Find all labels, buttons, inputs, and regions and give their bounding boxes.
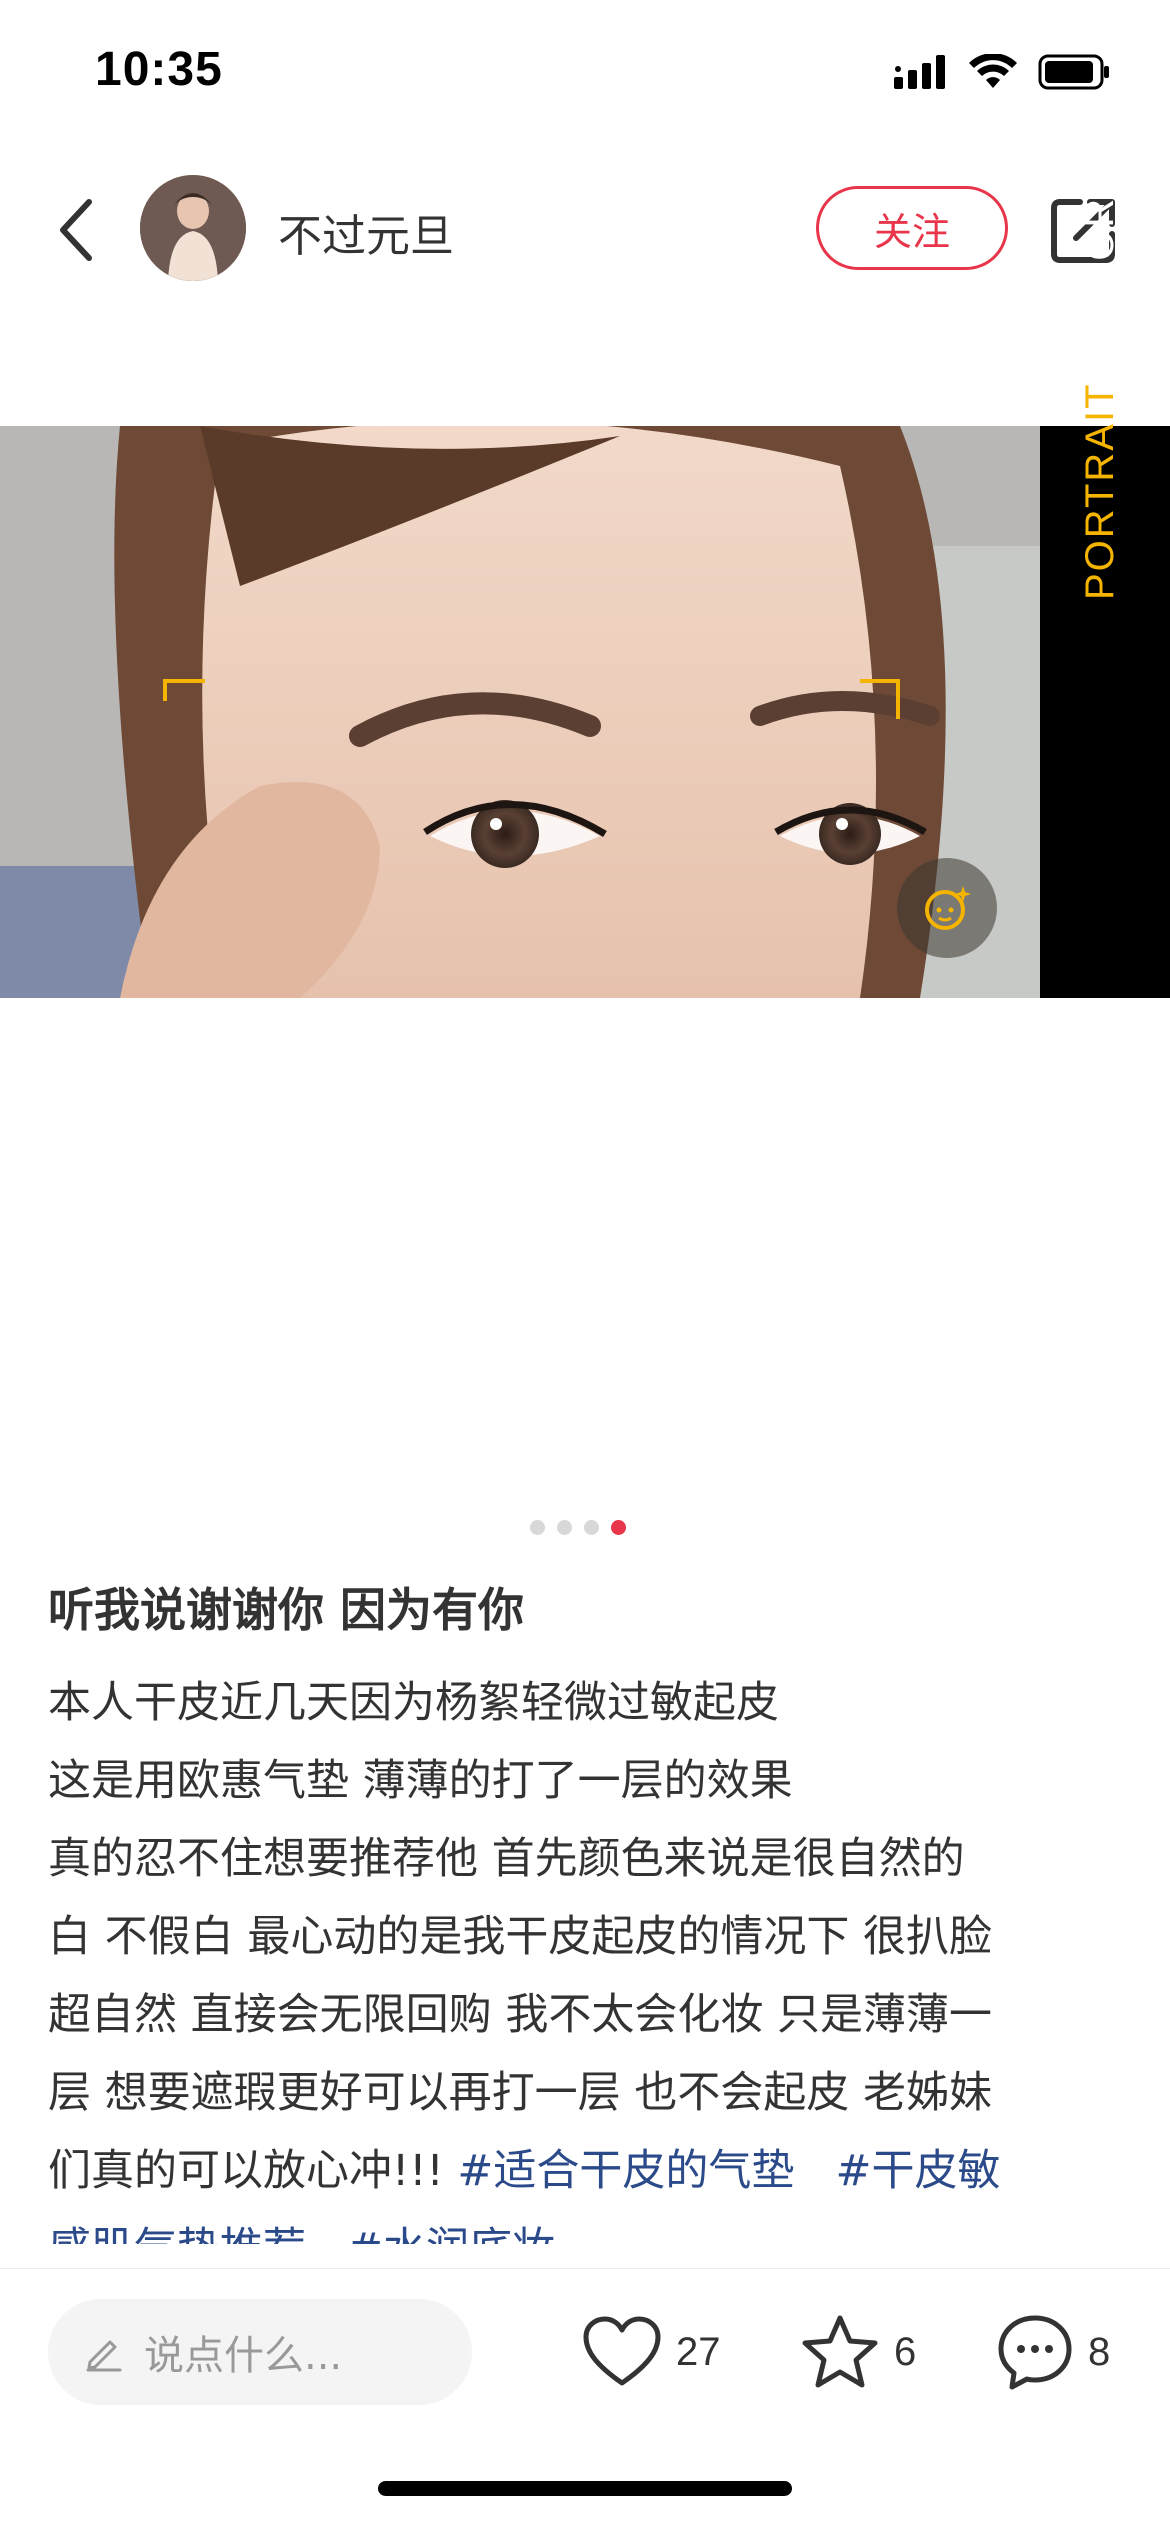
carousel-dot[interactable]	[584, 1520, 599, 1535]
body-line: 层 想要遮瑕更好可以再打一层 也不会起皮 老姊妹	[48, 2068, 993, 2118]
like-button[interactable]: 27	[582, 2309, 721, 2395]
comment-bubble-icon	[998, 2315, 1072, 2390]
carousel-dot[interactable]	[530, 1520, 545, 1535]
status-time: 10:35	[95, 43, 223, 96]
camera-mode-more: MORE	[1078, 168, 1122, 296]
status-bar: 10:35	[0, 0, 1170, 150]
tag-line: 感肌气垫推荐 #水润底妆	[48, 2210, 1138, 2244]
battery-icon	[1038, 54, 1109, 90]
post-image[interactable]	[0, 426, 1170, 998]
note-detail-page: 10:35 不过元旦 关注 MORE PORTRAIT 听我说谢谢你 因为有你 …	[0, 0, 1170, 2532]
author-name[interactable]: 不过元旦	[278, 200, 454, 264]
post-header: 不过元旦 关注	[0, 170, 1170, 290]
collect-button[interactable]: 6	[800, 2309, 916, 2395]
camera-mode-portrait: PORTRAIT	[1078, 382, 1122, 600]
body-line: 这是用欧惠气垫 薄薄的打了一层的效果	[48, 1756, 793, 1806]
beauty-face-glyph	[925, 886, 971, 930]
carousel-dot[interactable]	[557, 1520, 572, 1535]
collect-count: 6	[894, 2329, 917, 2374]
beauty-face-icon[interactable]	[897, 858, 997, 958]
body-line-with-tags: 们真的可以放心冲!!! #适合干皮的气垫 #干皮敏	[48, 2132, 1138, 2210]
pencil-icon	[86, 2340, 122, 2372]
avatar-image	[140, 175, 246, 281]
carousel-dot-active[interactable]	[611, 1520, 626, 1535]
post-body: 本人干皮近几天因为杨絮轻微过敏起皮 这是用欧惠气垫 薄薄的打了一层的效果 真的忍…	[48, 1664, 1138, 2244]
body-line: 本人干皮近几天因为杨絮轻微过敏起皮	[48, 1678, 779, 1728]
hashtag-dry-sensitive-cont[interactable]: 感肌气垫推荐	[48, 2224, 306, 2244]
follow-button[interactable]: 关注	[816, 186, 1008, 270]
status-icons	[894, 54, 1110, 90]
body-line: 超自然 直接会无限回购 我不太会化妆 只是薄薄一	[48, 1990, 993, 2040]
wifi-icon	[969, 54, 1017, 88]
comment-count: 8	[1088, 2329, 1111, 2374]
chevron-left-icon	[60, 199, 92, 261]
hashtag-dry-sensitive[interactable]: #干皮敏	[835, 2146, 1000, 2196]
carousel-dots	[530, 1520, 626, 1535]
star-icon	[802, 2315, 878, 2388]
comment-input[interactable]: 说点什么...	[48, 2299, 472, 2405]
like-count: 27	[676, 2329, 721, 2374]
comment-placeholder: 说点什么...	[144, 2333, 343, 2379]
comment-button[interactable]: 8	[996, 2309, 1110, 2395]
selfie-photo	[0, 426, 1040, 998]
heart-icon	[583, 2316, 661, 2386]
author-avatar[interactable]	[140, 175, 246, 281]
body-line: 们真的可以放心冲!!!	[48, 2146, 458, 2196]
hashtag-dry-skin-cushion[interactable]: #适合干皮的气垫	[457, 2146, 794, 2196]
home-indicator[interactable]	[378, 2481, 792, 2496]
post-title: 听我说谢谢你 因为有你	[48, 1583, 525, 1637]
back-button[interactable]	[40, 192, 110, 268]
body-line: 真的忍不住想要推荐他 首先颜色来说是很自然的	[48, 1834, 965, 1884]
signal-icon	[894, 55, 945, 89]
hashtag-hydrating-base[interactable]: #水润底妆	[347, 2224, 555, 2244]
body-line: 白 不假白 最心动的是我干皮起皮的情况下 很扒脸	[48, 1912, 993, 1962]
